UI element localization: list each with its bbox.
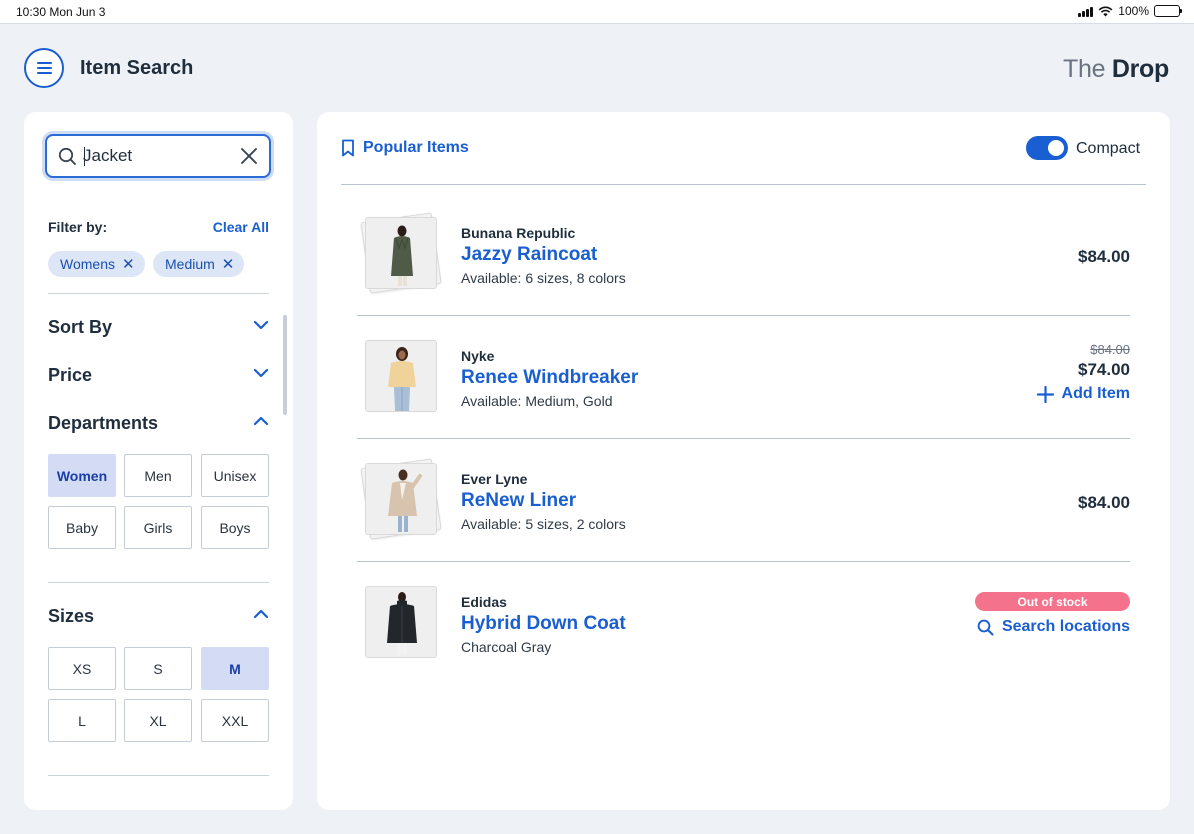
battery-percent: 100% bbox=[1118, 4, 1149, 18]
size-xxl[interactable]: XXL bbox=[201, 699, 269, 742]
add-item-button[interactable]: Add Item bbox=[1036, 385, 1130, 403]
out-of-stock-badge: Out of stock bbox=[975, 592, 1130, 611]
scrollbar-thumb[interactable] bbox=[283, 315, 287, 415]
chip-label: Medium bbox=[165, 256, 215, 272]
item-sale-price: $74.00 bbox=[1078, 360, 1130, 379]
compact-label: Compact bbox=[1076, 140, 1141, 157]
department-unisex[interactable]: Unisex bbox=[201, 454, 269, 497]
section-title: Sizes bbox=[48, 606, 95, 626]
popular-items-link[interactable]: Popular Items bbox=[341, 139, 469, 157]
sort-by-section[interactable]: Sort By bbox=[48, 315, 269, 339]
item-availability: Available: Medium, Gold bbox=[461, 393, 613, 409]
department-women[interactable]: Women bbox=[48, 454, 116, 497]
filter-panel: Filter by: Clear All Womens ✕ Medium ✕ S… bbox=[24, 112, 293, 810]
item-name-link[interactable]: ReNew Liner bbox=[461, 490, 576, 512]
size-xs[interactable]: XS bbox=[48, 647, 116, 690]
search-icon bbox=[58, 147, 76, 165]
wifi-icon bbox=[1098, 5, 1113, 16]
brand-logo: The Drop bbox=[1063, 55, 1169, 84]
department-baby[interactable]: Baby bbox=[48, 506, 116, 549]
size-m[interactable]: M bbox=[201, 647, 269, 690]
item-original-price: $84.00 bbox=[1090, 342, 1130, 357]
search-icon bbox=[977, 619, 994, 635]
chevron-down-icon bbox=[253, 368, 269, 378]
list-item[interactable]: Ever Lyne ReNew Liner Available: 5 sizes… bbox=[357, 431, 1130, 554]
brand-prefix: The bbox=[1063, 55, 1106, 83]
sizes-section[interactable]: Sizes bbox=[48, 604, 269, 628]
item-brand: Nyke bbox=[461, 348, 495, 364]
cellular-signal-icon bbox=[1078, 6, 1094, 17]
chevron-up-icon bbox=[253, 609, 269, 619]
battery-icon bbox=[1154, 5, 1182, 17]
item-color: Charcoal Gray bbox=[461, 639, 552, 655]
results-panel: Popular Items Compact Bunana Republic Ja… bbox=[317, 112, 1170, 810]
clear-search-icon[interactable] bbox=[240, 147, 258, 165]
product-image bbox=[365, 217, 437, 289]
compact-toggle[interactable] bbox=[1026, 136, 1068, 160]
status-bar: 10:30 Mon Jun 3 100% bbox=[0, 0, 1194, 24]
popular-items-label: Popular Items bbox=[363, 139, 469, 156]
product-image bbox=[365, 463, 437, 535]
department-men[interactable]: Men bbox=[124, 454, 192, 497]
page-title: Item Search bbox=[80, 57, 194, 79]
list-item[interactable]: Bunana Republic Jazzy Raincoat Available… bbox=[357, 185, 1130, 308]
clear-all-button[interactable]: Clear All bbox=[213, 219, 269, 235]
section-title: Sort By bbox=[48, 317, 113, 337]
search-box[interactable] bbox=[45, 134, 271, 178]
menu-button[interactable] bbox=[24, 48, 64, 88]
bookmark-icon bbox=[342, 139, 354, 157]
remove-chip-icon[interactable]: ✕ bbox=[122, 257, 135, 272]
filter-chip-medium: Medium ✕ bbox=[153, 251, 245, 277]
search-input[interactable] bbox=[83, 144, 233, 168]
item-price: $84.00 bbox=[1078, 493, 1130, 512]
remove-chip-icon[interactable]: ✕ bbox=[222, 257, 235, 272]
brand-suffix: Drop bbox=[1111, 55, 1169, 83]
item-brand: Edidas bbox=[461, 594, 507, 610]
item-price: $84.00 bbox=[1078, 247, 1130, 266]
section-title: Departments bbox=[48, 413, 159, 433]
department-girls[interactable]: Girls bbox=[124, 506, 192, 549]
size-l[interactable]: L bbox=[48, 699, 116, 742]
item-availability: Available: 6 sizes, 8 colors bbox=[461, 270, 626, 286]
search-locations-button[interactable]: Search locations bbox=[977, 618, 1130, 636]
item-brand: Ever Lyne bbox=[461, 471, 528, 487]
divider bbox=[48, 582, 269, 583]
list-item[interactable]: Edidas Hybrid Down Coat Charcoal Gray Ou… bbox=[357, 554, 1130, 677]
filter-by-label: Filter by: bbox=[48, 219, 108, 235]
product-image bbox=[365, 586, 437, 658]
departments-section[interactable]: Departments bbox=[48, 411, 269, 435]
divider bbox=[48, 293, 269, 294]
plus-icon bbox=[1036, 385, 1054, 403]
size-s[interactable]: S bbox=[124, 647, 192, 690]
item-name-link[interactable]: Hybrid Down Coat bbox=[461, 613, 626, 635]
search-locations-label: Search locations bbox=[1001, 618, 1130, 635]
add-item-label: Add Item bbox=[1061, 385, 1130, 402]
size-xl[interactable]: XL bbox=[124, 699, 192, 742]
hamburger-menu-icon bbox=[36, 62, 52, 64]
department-boys[interactable]: Boys bbox=[201, 506, 269, 549]
toggle-knob bbox=[1048, 140, 1064, 156]
product-image bbox=[365, 340, 437, 412]
chevron-up-icon bbox=[253, 416, 269, 426]
item-name-link[interactable]: Jazzy Raincoat bbox=[461, 244, 597, 266]
list-item[interactable]: Nyke Renee Windbreaker Available: Medium… bbox=[357, 308, 1130, 431]
chip-label: Womens bbox=[60, 256, 115, 272]
status-time: 10:30 Mon Jun 3 bbox=[16, 5, 106, 19]
divider bbox=[48, 775, 269, 776]
section-title: Price bbox=[48, 365, 93, 385]
status-indicators: 100% bbox=[1078, 4, 1182, 18]
price-section[interactable]: Price bbox=[48, 363, 269, 387]
chevron-down-icon bbox=[253, 320, 269, 330]
text-caret bbox=[84, 147, 85, 166]
filter-chip-womens: Womens ✕ bbox=[48, 251, 145, 277]
item-name-link[interactable]: Renee Windbreaker bbox=[461, 367, 638, 389]
item-brand: Bunana Republic bbox=[461, 225, 576, 241]
item-availability: Available: 5 sizes, 2 colors bbox=[461, 516, 626, 532]
